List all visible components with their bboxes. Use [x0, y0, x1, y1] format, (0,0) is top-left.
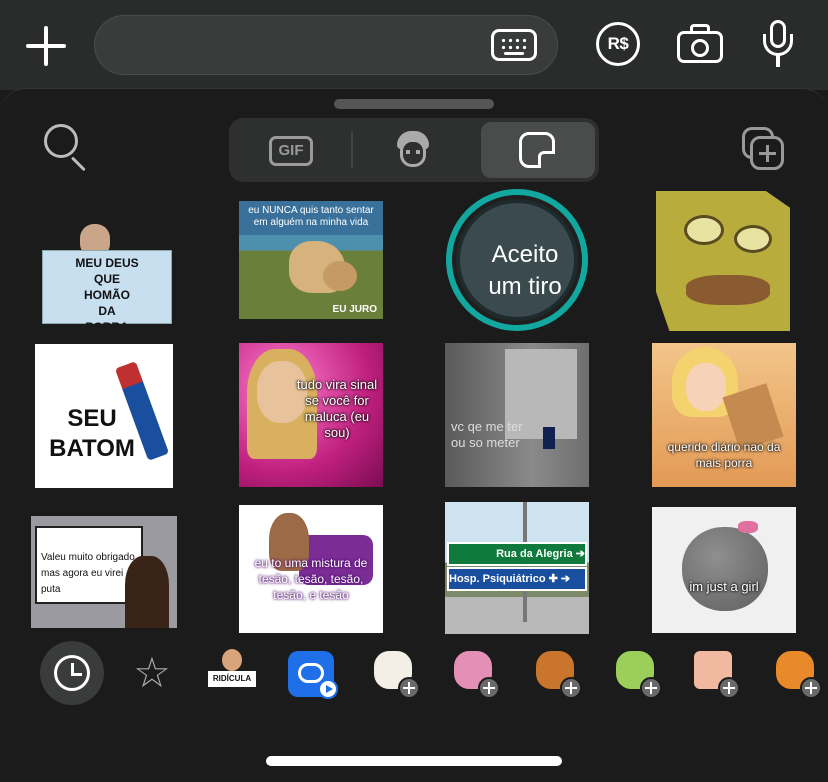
sticker-mirror-selfie[interactable]: vc qe me ter ou so meter: [445, 343, 589, 487]
sticker-caption: Valeu muito obrigado mas agora eu virei …: [41, 552, 135, 595]
tab-avatar[interactable]: [355, 122, 469, 178]
sticker-caption: Rua da Alegria ➔: [496, 548, 585, 560]
sticker-hamster-body: [682, 527, 768, 611]
search-icon-ring: [44, 124, 78, 158]
star-icon[interactable]: ☆: [128, 651, 176, 699]
add-pack-icon[interactable]: [640, 677, 662, 699]
message-input-pill[interactable]: [94, 15, 558, 75]
tray-pack-capybara[interactable]: [532, 649, 584, 701]
sticker-caption-2: Hosp. Psiquiátrico ✚ ➔: [449, 573, 571, 585]
tray-pack-fruit[interactable]: [772, 649, 824, 701]
sticker-circle: Aceito um tiro: [456, 199, 578, 321]
tray-pack-label: RIDÍCULA: [208, 671, 256, 687]
camera-lens: [691, 39, 709, 57]
avatar-icon-eyes: [406, 150, 420, 154]
sticker-caption: im just a girl: [689, 579, 759, 594]
app-smile: [298, 663, 324, 683]
camera-icon[interactable]: [677, 24, 723, 64]
tray-pack-toy[interactable]: [450, 649, 502, 701]
add-pack-icon[interactable]: [800, 677, 822, 699]
sticker-cartoon-face[interactable]: [656, 191, 790, 331]
add-sticker-icon-front: [750, 136, 784, 170]
mic-cup: [763, 34, 793, 56]
keyboard-icon[interactable]: [491, 29, 537, 61]
sticker-eye-right: [734, 225, 772, 253]
sticker-caption: MEU DEUS QUE HOMÃO DA PORRA: [75, 256, 139, 324]
sticker-caption: tudo vira sinal se você for maluca (eu s…: [296, 377, 378, 440]
tab-divider: [351, 132, 353, 168]
keyboard-keys: [500, 37, 528, 53]
sticker-caption: eu NUNCA quis tanto sentar em alguém na …: [239, 201, 383, 235]
sticker-mistura[interactable]: eu to uma mistura de tesão, tesão, tesão…: [239, 505, 383, 633]
avatar-icon: [395, 131, 431, 169]
sticker-presentation[interactable]: Valeu muito obrigado mas agora eu virei …: [31, 516, 177, 628]
sticker-meme-sign[interactable]: MEU DEUS QUE HOMÃO DA PORRA: [40, 224, 180, 324]
tray-pack-chef[interactable]: [612, 649, 664, 701]
add-attachment-button[interactable]: [24, 24, 68, 68]
clock-icon: [54, 655, 90, 691]
keyboard-spacebar: [504, 52, 524, 55]
sticker-face: [686, 363, 726, 411]
composer-bar: R$: [0, 0, 828, 90]
payment-button[interactable]: R$: [596, 22, 640, 66]
mic-stem: [776, 55, 780, 67]
recent-stickers-button[interactable]: [40, 641, 104, 705]
add-pack-icon[interactable]: [478, 677, 500, 699]
sticker-tag: EU JURO: [332, 304, 377, 315]
search-icon-handle: [70, 156, 86, 172]
sticker-caption: vc qe me ter ou so meter: [451, 419, 523, 450]
search-icon[interactable]: [44, 124, 90, 172]
sticker-seu-batom[interactable]: SEU BATOM: [35, 344, 173, 488]
tab-gif[interactable]: GIF: [233, 122, 347, 178]
tray-pack-photo[interactable]: [690, 649, 742, 701]
panel-grabber[interactable]: [334, 99, 494, 109]
sticker-caption: SEU BATOM: [49, 405, 135, 462]
play-icon: [318, 679, 338, 699]
gif-icon: GIF: [269, 136, 313, 166]
sticker-cartoon[interactable]: eu NUNCA quis tanto sentar em alguém na …: [239, 201, 383, 319]
sticker-aceito-um-tiro[interactable]: Aceito um tiro: [446, 189, 588, 331]
sticker-phone: [543, 427, 555, 449]
sticker-glitter-girl[interactable]: tudo vira sinal se você for maluca (eu s…: [239, 343, 383, 487]
sticker-caption: Aceito um tiro: [488, 241, 562, 300]
message-input[interactable]: [117, 30, 487, 62]
sticker-eye-left: [684, 215, 724, 245]
tray-pack-head: [222, 649, 242, 671]
add-pack-icon[interactable]: [398, 677, 420, 699]
sticker-panel: GIF MEU DEUS QUE HOMÃO DA PORRA eu NUNCA…: [0, 88, 828, 782]
sticker-barbie-diary[interactable]: querido diário nao da mais porra: [652, 343, 796, 487]
add-sticker-icon[interactable]: [742, 127, 788, 173]
home-indicator: [266, 756, 562, 766]
add-pack-icon[interactable]: [560, 677, 582, 699]
tab-sticker[interactable]: [481, 122, 595, 178]
microphone-icon[interactable]: [760, 20, 796, 70]
sticker-hamster[interactable]: im just a girl: [652, 507, 796, 633]
sticker-caption: eu to uma mistura de tesão, tesão, tesão…: [254, 556, 368, 602]
tray-pack-ridicula[interactable]: RIDÍCULA: [208, 649, 256, 701]
sticker-caption: querido diário nao da mais porra: [667, 440, 781, 470]
sticker-bow: [738, 521, 758, 533]
sticker-street-signs[interactable]: Rua da Alegria ➔ Hosp. Psiquiátrico ✚ ➔: [445, 502, 589, 634]
sticker-mouth: [686, 275, 770, 305]
sticker-cartoon-figure-part: [323, 261, 357, 291]
sticker-icon: [519, 132, 555, 168]
sticker-maker-app-icon[interactable]: [288, 651, 338, 699]
panel-tab-switcher: GIF: [229, 118, 599, 182]
add-pack-icon[interactable]: [718, 677, 740, 699]
tray-pack-cup[interactable]: [370, 649, 422, 701]
